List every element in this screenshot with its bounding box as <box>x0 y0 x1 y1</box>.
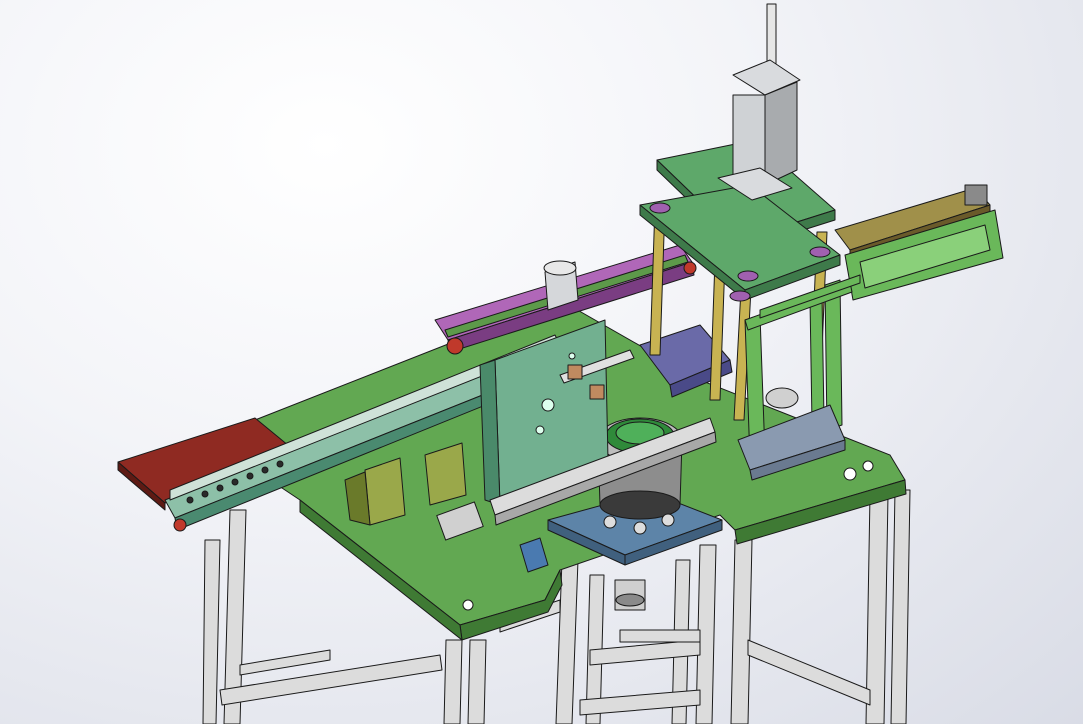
frame-crossbar <box>747 639 871 706</box>
mount-hole <box>462 599 474 611</box>
side-cylinder <box>765 387 799 409</box>
cad-3d-viewport[interactable] <box>0 0 1083 724</box>
mount-hole <box>843 467 857 481</box>
frame-crossbar <box>619 629 701 643</box>
frame-crossbar <box>239 649 331 676</box>
mount-hole <box>862 460 874 472</box>
cylinder-rod <box>766 3 777 71</box>
frame-leg <box>202 539 221 724</box>
plate-hole <box>541 398 555 412</box>
frame-leg <box>730 539 753 724</box>
conveyor-end-roller <box>173 518 187 532</box>
frame-leg <box>467 639 487 724</box>
rod-clamp <box>567 364 583 380</box>
plate-hole <box>568 352 576 360</box>
rail-end-roller <box>683 261 697 275</box>
bowl-foot <box>661 513 675 527</box>
frame-leg <box>890 489 911 724</box>
rail-end-roller <box>446 337 464 355</box>
rod-clamp <box>589 384 605 400</box>
bowl-foot <box>633 521 647 535</box>
frame-leg <box>443 639 463 724</box>
feeder-foot <box>615 593 645 607</box>
assembly-model[interactable] <box>0 0 1083 724</box>
output-motor <box>964 184 988 206</box>
plate-hole <box>535 425 545 435</box>
cylinder-body-side <box>764 81 798 186</box>
profile-post <box>809 295 825 425</box>
bowl-foot <box>603 515 617 529</box>
